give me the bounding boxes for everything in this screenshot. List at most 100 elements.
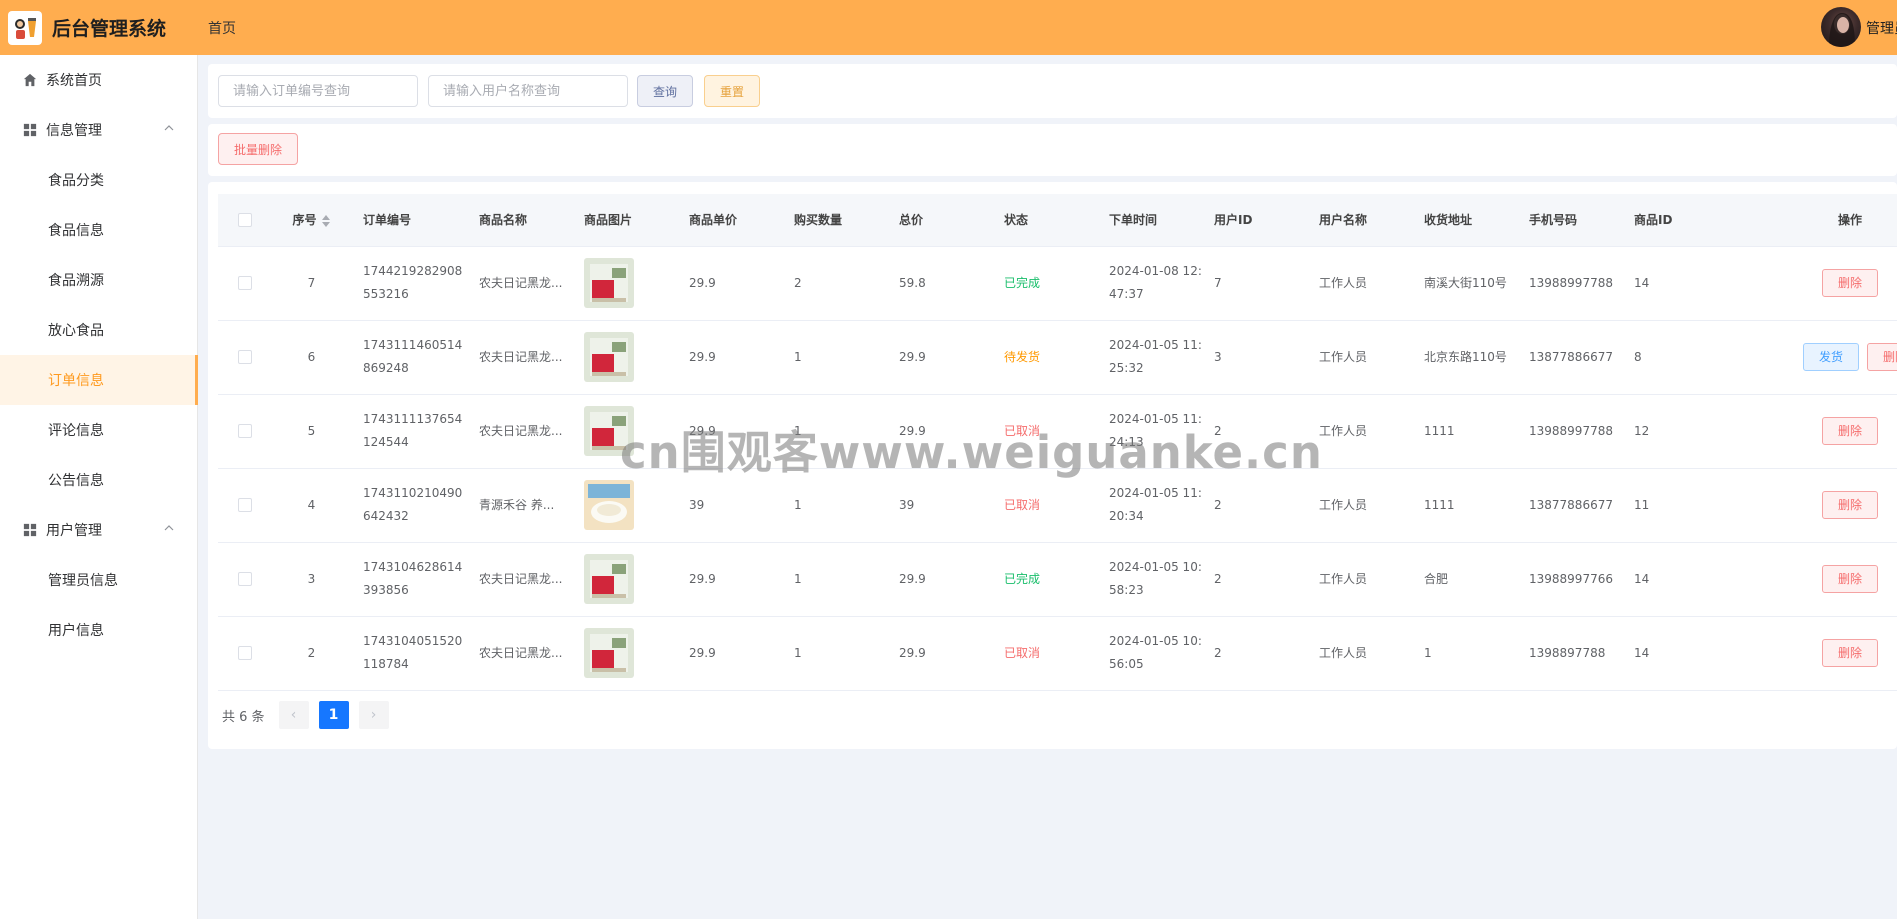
home-icon bbox=[22, 72, 38, 88]
cell-qty: 1 bbox=[782, 320, 887, 395]
select-all-checkbox[interactable] bbox=[218, 194, 272, 247]
sidebar-item-orders[interactable]: 订单信息 bbox=[0, 355, 198, 405]
query-button[interactable]: 查询 bbox=[637, 75, 693, 107]
cell-seq: 3 bbox=[272, 542, 351, 617]
sidebar-item-label: 订单信息 bbox=[48, 373, 104, 389]
reset-button[interactable]: 重置 bbox=[704, 75, 760, 107]
sidebar-item-safe-food[interactable]: 放心食品 bbox=[0, 305, 197, 355]
sidebar-item-food-category[interactable]: 食品分类 bbox=[0, 155, 197, 205]
delete-button[interactable]: 删除 bbox=[1822, 491, 1878, 519]
cell-seq: 2 bbox=[272, 616, 351, 691]
sidebar-item-food-info[interactable]: 食品信息 bbox=[0, 205, 197, 255]
column-header-phone: 手机号码 bbox=[1517, 194, 1622, 247]
column-header-total: 总价 bbox=[887, 194, 992, 247]
sidebar: 系统首页 信息管理 食品分类 食品信息 食品溯源 放心食品 订单信息 评论信息 … bbox=[0, 55, 198, 919]
user-name[interactable]: 管理员 bbox=[1866, 18, 1897, 38]
column-header-seq[interactable]: 序号 bbox=[272, 194, 351, 247]
row-checkbox[interactable] bbox=[218, 394, 272, 469]
cell-qty: 1 bbox=[782, 542, 887, 617]
cell-user-id: 2 bbox=[1202, 394, 1307, 469]
sidebar-group-info[interactable]: 信息管理 bbox=[0, 105, 197, 155]
sidebar-item-label: 用户信息 bbox=[48, 623, 104, 639]
cell-phone: 13988997766 bbox=[1517, 542, 1622, 617]
page-number[interactable]: 1 bbox=[318, 701, 349, 729]
product-thumbnail[interactable] bbox=[584, 258, 634, 308]
row-checkbox[interactable] bbox=[218, 542, 272, 617]
sidebar-item-notices[interactable]: 公告信息 bbox=[0, 455, 197, 505]
user-name-search-input[interactable] bbox=[428, 75, 628, 107]
goods-name-text: 农夫日记黑龙... bbox=[479, 423, 563, 438]
cell-goods-img[interactable] bbox=[572, 542, 677, 617]
table-row: 2 1743104051520118784 农夫日记黑龙... 29.9 1 2… bbox=[218, 616, 1897, 691]
app-logo bbox=[8, 10, 42, 45]
sidebar-group-users[interactable]: 用户管理 bbox=[0, 505, 197, 555]
cell-goods-img[interactable] bbox=[572, 616, 677, 691]
column-header-goods-img: 商品图片 bbox=[572, 194, 677, 247]
cell-order-time: 2024-01-05 10:56:05 bbox=[1097, 616, 1202, 691]
sidebar-item-label: 管理员信息 bbox=[48, 573, 118, 589]
goods-name-text: 农夫日记黑龙... bbox=[479, 349, 563, 364]
cell-goods-img[interactable] bbox=[572, 320, 677, 395]
ship-button[interactable]: 发货 bbox=[1803, 343, 1859, 371]
goods-name-text: 农夫日记黑龙... bbox=[479, 275, 563, 290]
cell-goods-id: 12 bbox=[1622, 394, 1803, 469]
cell-goods-img[interactable] bbox=[572, 246, 677, 321]
table-row: 7 1744219282908553216 农夫日记黑龙... 29.9 2 5… bbox=[218, 246, 1897, 321]
delete-button[interactable]: 删除 bbox=[1822, 417, 1878, 445]
row-checkbox[interactable] bbox=[218, 246, 272, 321]
status-badge: 已取消 bbox=[1004, 645, 1041, 660]
search-bar: 查询 重置 bbox=[208, 64, 1897, 118]
sort-icon[interactable] bbox=[321, 213, 331, 229]
product-thumbnail[interactable] bbox=[584, 332, 634, 382]
chevron-left-icon[interactable]: ‹ bbox=[278, 701, 309, 729]
column-header-unit-price: 商品单价 bbox=[677, 194, 782, 247]
cell-order-time: 2024-01-05 11:25:32 bbox=[1097, 320, 1202, 395]
cell-goods-name: 农夫日记黑龙... bbox=[467, 246, 572, 321]
cell-op: 删除 bbox=[1803, 246, 1897, 321]
cell-order-no: 1744219282908553216 bbox=[351, 246, 467, 321]
cell-user-name: 工作人员 bbox=[1307, 394, 1412, 469]
batch-delete-button[interactable]: 批量删除 bbox=[218, 133, 298, 165]
cell-unit-price: 29.9 bbox=[677, 394, 782, 469]
table-row: 4 1743110210490642432 青源禾谷 养... 39 1 39 … bbox=[218, 468, 1897, 543]
column-header-address: 收货地址 bbox=[1412, 194, 1517, 247]
sidebar-item-food-trace[interactable]: 食品溯源 bbox=[0, 255, 197, 305]
cell-order-time: 2024-01-05 11:20:34 bbox=[1097, 468, 1202, 543]
cell-order-no: 1743110210490642432 bbox=[351, 468, 467, 543]
order-number-search-input[interactable] bbox=[218, 75, 418, 107]
cell-order-no: 1743104628614393856 bbox=[351, 542, 467, 617]
delete-button[interactable]: 删除 bbox=[1867, 343, 1897, 371]
cell-total: 59.8 bbox=[887, 246, 992, 321]
column-header-status: 状态 bbox=[992, 194, 1097, 247]
row-checkbox[interactable] bbox=[218, 616, 272, 691]
product-thumbnail[interactable] bbox=[584, 480, 634, 530]
order-table: 序号 订单编号 商品名称 商品图片 商品单价 购买数量 总价 状态 下单时间 用… bbox=[218, 194, 1897, 691]
cell-user-name: 工作人员 bbox=[1307, 468, 1412, 543]
cell-status: 已取消 bbox=[992, 616, 1097, 691]
cell-goods-id: 8 bbox=[1622, 320, 1803, 395]
sidebar-item-admins[interactable]: 管理员信息 bbox=[0, 555, 197, 605]
sidebar-item-home[interactable]: 系统首页 bbox=[0, 55, 197, 105]
delete-button[interactable]: 删除 bbox=[1822, 639, 1878, 667]
product-thumbnail[interactable] bbox=[584, 628, 634, 678]
cell-op: 删除 bbox=[1803, 542, 1897, 617]
row-checkbox[interactable] bbox=[218, 320, 272, 395]
cell-user-name: 工作人员 bbox=[1307, 616, 1412, 691]
cell-goods-img[interactable] bbox=[572, 468, 677, 543]
cell-order-no: 1743111460514869248 bbox=[351, 320, 467, 395]
sidebar-item-users[interactable]: 用户信息 bbox=[0, 605, 197, 655]
column-header-user-name: 用户名称 bbox=[1307, 194, 1412, 247]
product-thumbnail[interactable] bbox=[584, 554, 634, 604]
row-checkbox[interactable] bbox=[218, 468, 272, 543]
product-thumbnail[interactable] bbox=[584, 406, 634, 456]
cell-address: 北京东路110号 bbox=[1412, 320, 1517, 395]
avatar[interactable] bbox=[1821, 7, 1861, 47]
delete-button[interactable]: 删除 bbox=[1822, 565, 1878, 593]
cell-seq: 6 bbox=[272, 320, 351, 395]
cell-goods-img[interactable] bbox=[572, 394, 677, 469]
sidebar-item-comments[interactable]: 评论信息 bbox=[0, 405, 197, 455]
cell-user-id: 2 bbox=[1202, 468, 1307, 543]
chevron-right-icon[interactable]: › bbox=[358, 701, 389, 729]
breadcrumb-home[interactable]: 首页 bbox=[208, 18, 236, 38]
delete-button[interactable]: 删除 bbox=[1822, 269, 1878, 297]
